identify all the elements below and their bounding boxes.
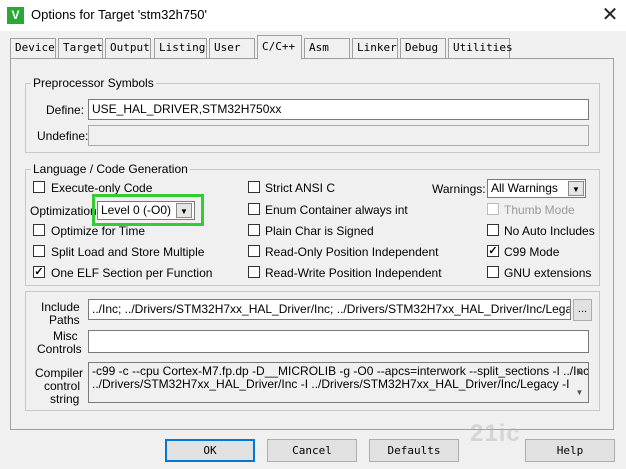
compiler-control-string[interactable]: -c99 -c --cpu Cortex-M7.fp.dp -D__MICROL… (88, 362, 589, 403)
compiler-line-2: ../Drivers/STM32H7xx_HAL_Driver/Inc -I .… (92, 377, 570, 391)
optimize-time-label: Optimize for Time (51, 224, 146, 238)
undefine-label: Undefine: (37, 129, 89, 143)
compiler-label-line2: control (44, 379, 81, 393)
misc-label-line1: Misc (53, 329, 78, 343)
undefine-input[interactable] (88, 125, 589, 146)
tab-cpp[interactable]: C/C++ (257, 35, 302, 60)
execute-only-label: Execute-only Code (51, 181, 153, 195)
tab-target[interactable]: Target (58, 38, 103, 58)
tab-asm[interactable]: Asm (304, 38, 350, 58)
scroll-up-icon[interactable]: ▲ (571, 363, 588, 380)
include-label-line1: Include (41, 300, 80, 314)
language-legend: Language / Code Generation (31, 162, 190, 176)
plain-char-label: Plain Char is Signed (265, 224, 374, 238)
watermark-logo: 21ic (470, 420, 521, 447)
help-button[interactable]: Help (525, 439, 615, 462)
define-input[interactable]: USE_HAL_DRIVER,STM32H750xx (88, 99, 589, 120)
strict-ansi-checkbox[interactable] (248, 181, 260, 193)
tab-linker[interactable]: Linker (352, 38, 398, 58)
defaults-button[interactable]: Defaults (369, 439, 459, 462)
one-elf-checkbox[interactable]: ✓ (33, 266, 45, 278)
enum-container-checkbox[interactable] (248, 203, 260, 215)
split-load-checkbox[interactable] (33, 245, 45, 257)
app-logo-icon: V (7, 7, 24, 24)
compiler-label-line3: string (50, 392, 80, 406)
compiler-label-line1: Compiler (35, 366, 84, 380)
preprocessor-legend: Preprocessor Symbols (31, 76, 156, 90)
ok-button[interactable]: OK (165, 439, 255, 462)
cancel-button[interactable]: Cancel (267, 439, 357, 462)
one-elf-label: One ELF Section per Function (51, 266, 213, 280)
plain-char-checkbox[interactable] (248, 224, 260, 236)
tab-debug[interactable]: Debug (400, 38, 446, 58)
tab-user[interactable]: User (209, 38, 255, 58)
enum-container-label: Enum Container always int (265, 203, 408, 217)
no-auto-includes-checkbox[interactable] (487, 224, 499, 236)
misc-label-line2: Controls (37, 342, 82, 356)
tab-utilities[interactable]: Utilities (448, 38, 513, 58)
execute-only-checkbox[interactable] (33, 181, 45, 193)
optimization-label: Optimization: (30, 204, 101, 218)
tab-device[interactable]: Device (10, 38, 56, 58)
scroll-down-icon[interactable]: ▼ (571, 384, 588, 401)
c99-mode-label: C99 Mode (504, 245, 560, 259)
chevron-down-icon[interactable]: ▼ (176, 203, 192, 218)
browse-include-button[interactable]: ... (573, 299, 592, 321)
include-paths-input[interactable]: ../Inc; ../Drivers/STM32H7xx_HAL_Driver/… (88, 299, 571, 320)
rw-pi-checkbox[interactable] (248, 266, 260, 278)
ro-pi-checkbox[interactable] (248, 245, 260, 257)
misc-controls-input[interactable] (88, 330, 589, 353)
rw-pi-label: Read-Write Position Independent (265, 266, 442, 280)
chevron-down-icon[interactable]: ▼ (568, 181, 584, 196)
tab-listing[interactable]: Listing (154, 38, 207, 58)
include-label-line2: Paths (49, 313, 80, 327)
c99-mode-checkbox[interactable]: ✓ (487, 245, 499, 257)
tab-output[interactable]: Output (105, 38, 151, 58)
close-icon[interactable]: ✕ (598, 3, 622, 27)
warnings-label: Warnings: (432, 182, 486, 196)
ro-pi-label: Read-Only Position Independent (265, 245, 439, 259)
strict-ansi-label: Strict ANSI C (265, 181, 336, 195)
optimize-time-checkbox[interactable] (33, 224, 45, 236)
split-load-label: Split Load and Store Multiple (51, 245, 205, 259)
thumb-mode-label: Thumb Mode (504, 203, 575, 217)
window-title: Options for Target 'stm32h750' (31, 7, 207, 22)
gnu-extensions-checkbox[interactable] (487, 266, 499, 278)
define-label: Define: (46, 103, 85, 117)
thumb-mode-checkbox[interactable] (487, 203, 499, 215)
gnu-extensions-label: GNU extensions (504, 266, 592, 280)
no-auto-includes-label: No Auto Includes (504, 224, 595, 238)
